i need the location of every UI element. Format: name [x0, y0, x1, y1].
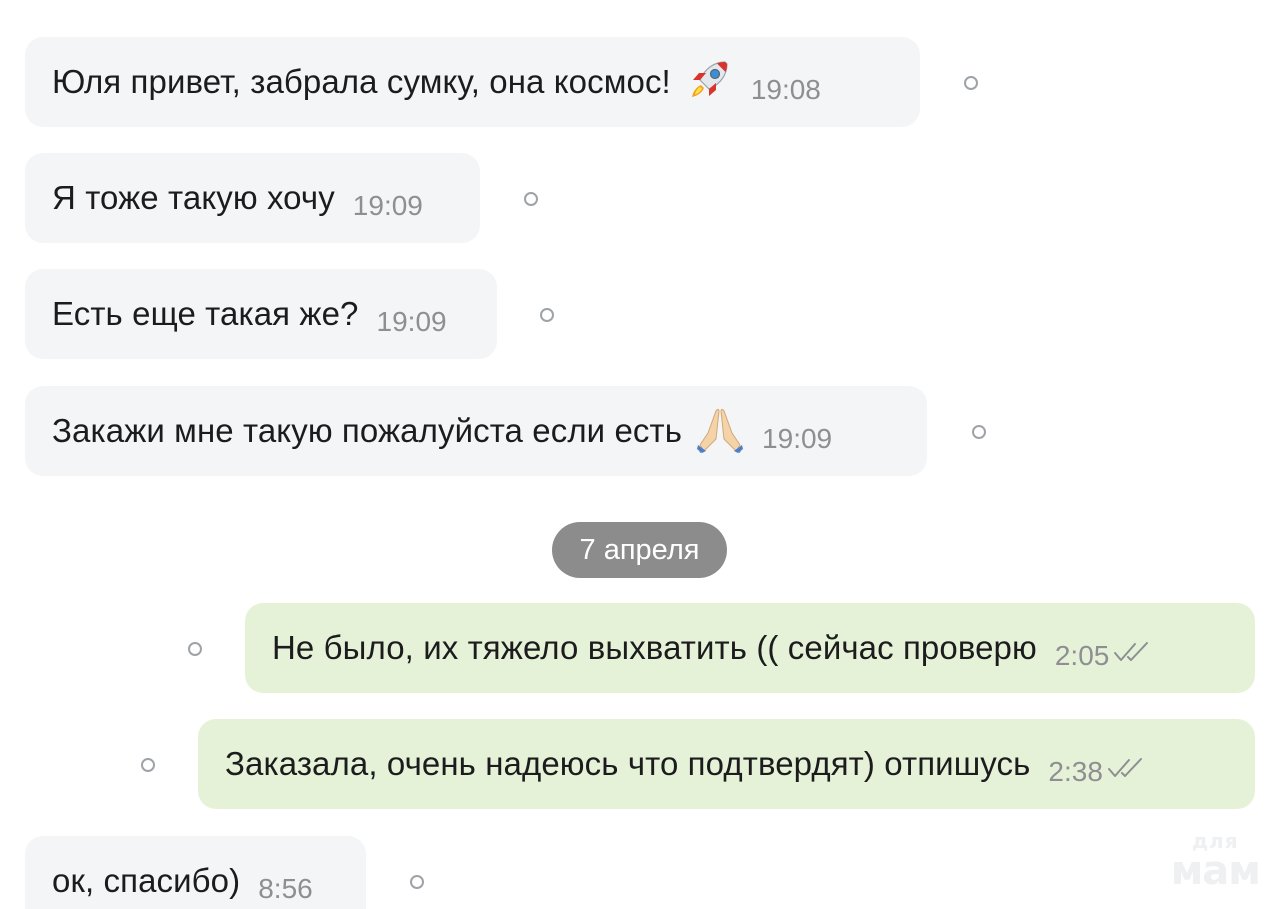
incoming-message-bubble[interactable]: Есть еще такая же? 19:09	[25, 269, 497, 359]
incoming-message-bubble[interactable]: Юля привет, забрала сумку, она космос! 1…	[25, 37, 920, 127]
message-time: 19:09	[762, 423, 833, 454]
message-row: Закажи мне такую пожалуйста если есть 19…	[0, 386, 1280, 478]
select-circle-icon[interactable]	[972, 425, 986, 439]
message-text: Я тоже такую хочу	[52, 179, 335, 216]
message-text: Есть еще такая же?	[52, 295, 359, 332]
message-time: 19:09	[352, 190, 423, 221]
select-circle-icon[interactable]	[964, 76, 978, 90]
folded-hands-icon	[696, 405, 744, 453]
incoming-message-bubble[interactable]: ок, спасибо) 8:56	[25, 836, 366, 909]
message-row: Заказала, очень надеюсь что подтвердят) …	[0, 719, 1280, 811]
message-time: 8:56	[258, 873, 313, 904]
message-time: 19:08	[750, 74, 821, 105]
message-text: ок, спасибо)	[52, 862, 241, 899]
watermark-bottom: мам	[1170, 848, 1261, 894]
outgoing-message-bubble[interactable]: Не было, их тяжело выхватить (( сейчас п…	[245, 603, 1255, 693]
select-circle-icon[interactable]	[410, 875, 424, 889]
date-separator: 7 апреля	[552, 522, 727, 578]
select-circle-icon[interactable]	[141, 758, 155, 772]
message-text: Закажи мне такую пожалуйста если есть	[52, 412, 683, 449]
rocket-icon	[685, 56, 733, 104]
select-circle-icon[interactable]	[188, 642, 202, 656]
incoming-message-bubble[interactable]: Закажи мне такую пожалуйста если есть 19…	[25, 386, 927, 476]
message-time: 19:09	[376, 306, 447, 337]
message-time: 2:05	[1054, 640, 1110, 671]
message-text: Юля привет, забрала сумку, она космос!	[52, 63, 671, 100]
watermark-logo: для мам	[1170, 831, 1261, 894]
message-row: Юля привет, забрала сумку, она космос! 1…	[0, 37, 1280, 129]
select-circle-icon[interactable]	[524, 192, 538, 206]
select-circle-icon[interactable]	[540, 308, 554, 322]
message-row: Есть еще такая же? 19:09	[0, 269, 1280, 361]
chat-view: Юля привет, забрала сумку, она космос! 1…	[0, 0, 1280, 909]
message-text: Заказала, очень надеюсь что подтвердят) …	[225, 745, 1031, 782]
message-row: Не было, их тяжело выхватить (( сейчас п…	[0, 603, 1280, 695]
message-row: Я тоже такую хочу 19:09	[0, 153, 1280, 245]
message-time: 2:38	[1048, 756, 1103, 787]
incoming-message-bubble[interactable]: Я тоже такую хочу 19:09	[25, 153, 480, 243]
double-check-icon	[1113, 640, 1153, 669]
double-check-icon	[1107, 756, 1147, 785]
message-text: Не было, их тяжело выхватить (( сейчас п…	[272, 629, 1037, 666]
message-row: ок, спасибо) 8:56	[0, 836, 1280, 909]
outgoing-message-bubble[interactable]: Заказала, очень надеюсь что подтвердят) …	[198, 719, 1255, 809]
